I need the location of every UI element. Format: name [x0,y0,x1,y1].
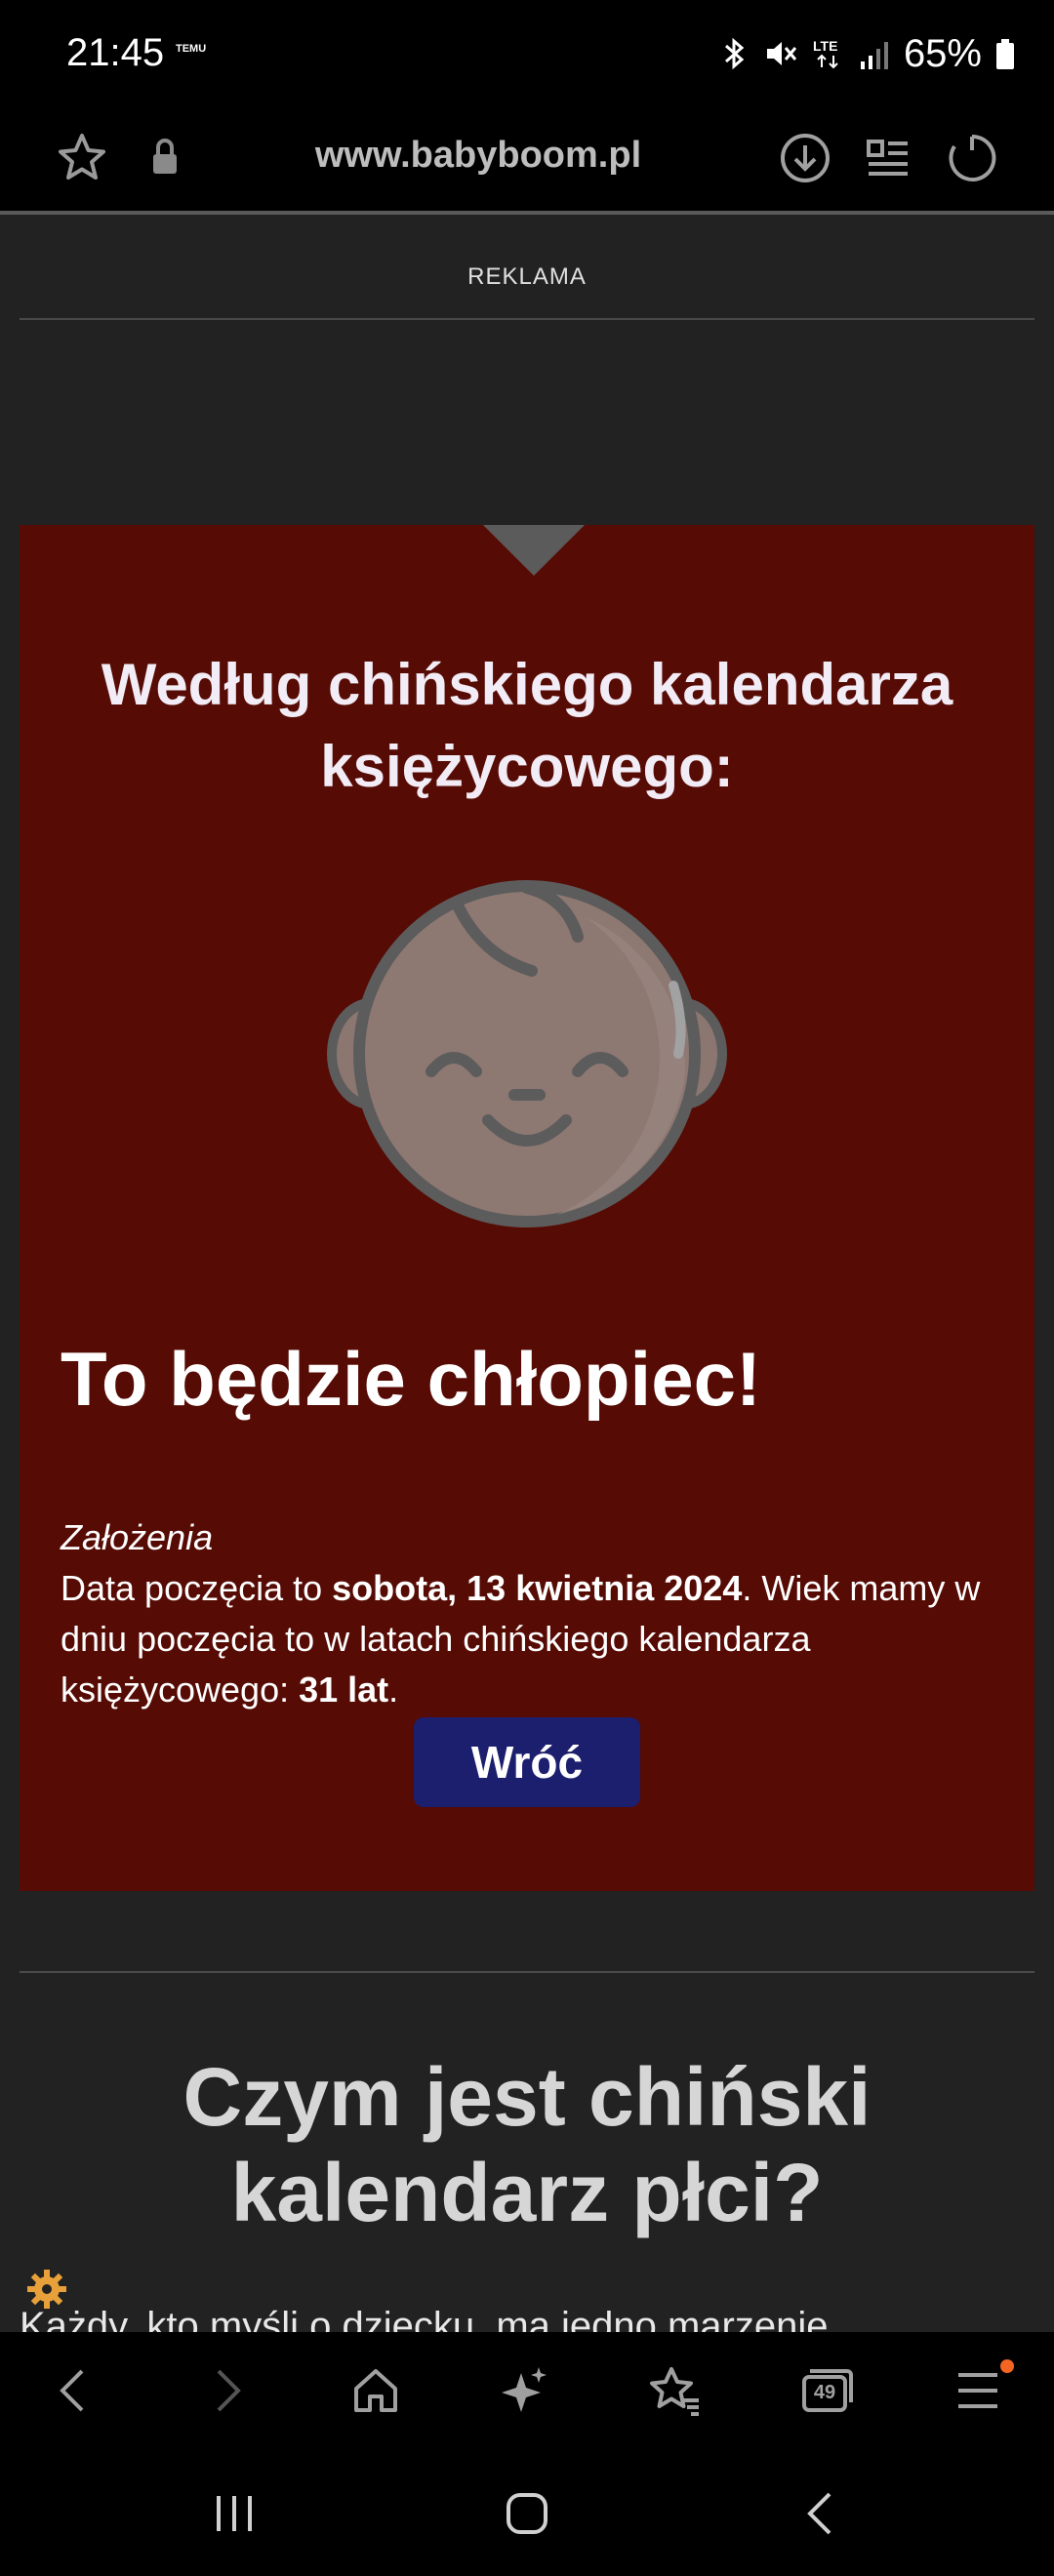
lock-icon [153,139,177,174]
baby-face-icon [327,880,727,1228]
browser-bottom-toolbar: 49 [0,2332,1054,2449]
section-title: Czym jest chiński kalendarz płci? [182,2051,872,2238]
lte-icon: LTE [813,38,838,69]
reader-mode-icon[interactable] [859,129,917,187]
result-heading: Według chińskiego kalendarza księżycoweg… [101,652,953,799]
status-icons: LTE 65% [720,29,1015,78]
signal-icon [860,42,888,69]
home-icon[interactable] [346,2361,405,2420]
system-back-icon[interactable] [794,2486,849,2541]
gear-icon[interactable] [25,2268,68,2311]
conception-date: sobota, 13 kwietnia 2024 [332,1568,743,1608]
bluetooth-icon [724,37,745,70]
section-intro-text: Każdy, kto myśli o dziecku, ma jedno mar… [20,2305,829,2332]
tabs-icon[interactable]: 49 [796,2361,855,2420]
assumptions-text-3: . [388,1670,399,1710]
menu-icon[interactable] [949,2361,1007,2420]
browser-toolbar: www.babyboom.pl [0,107,1054,211]
assumptions-text: Założenia Data poczęcia to sobota, 13 kwi… [61,1512,997,1715]
ad-label: REKLAMA [467,263,587,290]
url-bar[interactable]: www.babyboom.pl [293,135,664,177]
back-button[interactable]: Wróć [414,1717,640,1807]
result-gender: To będzie chłopiec! [61,1336,761,1422]
assumptions-label: Założenia [61,1517,214,1557]
battery-icon [996,39,1014,69]
temu-notification-icon: TEMU [176,43,207,55]
ai-sparkle-icon[interactable] [496,2361,554,2420]
recent-apps-icon[interactable] [207,2486,262,2541]
result-card: Według chińskiego kalendarza księżycoweg… [20,525,1034,1891]
tab-count: 49 [813,2382,836,2403]
mother-age: 31 lat [299,1670,389,1710]
reload-icon[interactable] [943,129,1001,187]
status-bar: 21:45 TEMU LTE 65% [0,0,1054,107]
mute-icon [766,42,797,65]
section-divider [20,1971,1034,1973]
svg-text:LTE: LTE [813,38,837,54]
battery-percent: 65% [903,31,982,75]
result-pointer-triangle [483,525,585,576]
back-icon[interactable] [45,2361,103,2420]
browser-toolbar-divider [0,211,1054,215]
bookmarks-icon[interactable] [646,2361,705,2420]
download-icon[interactable] [776,129,834,187]
ad-banner: REKLAMA [20,242,1034,320]
home-button-icon[interactable] [500,2486,554,2541]
bookmark-star-icon[interactable] [53,129,111,187]
forward-icon[interactable] [197,2361,256,2420]
assumptions-text-1: Data poczęcia to [61,1568,333,1608]
notification-dot [1000,2359,1014,2373]
status-time: 21:45 [66,31,165,74]
system-navigation-bar [0,2449,1054,2576]
